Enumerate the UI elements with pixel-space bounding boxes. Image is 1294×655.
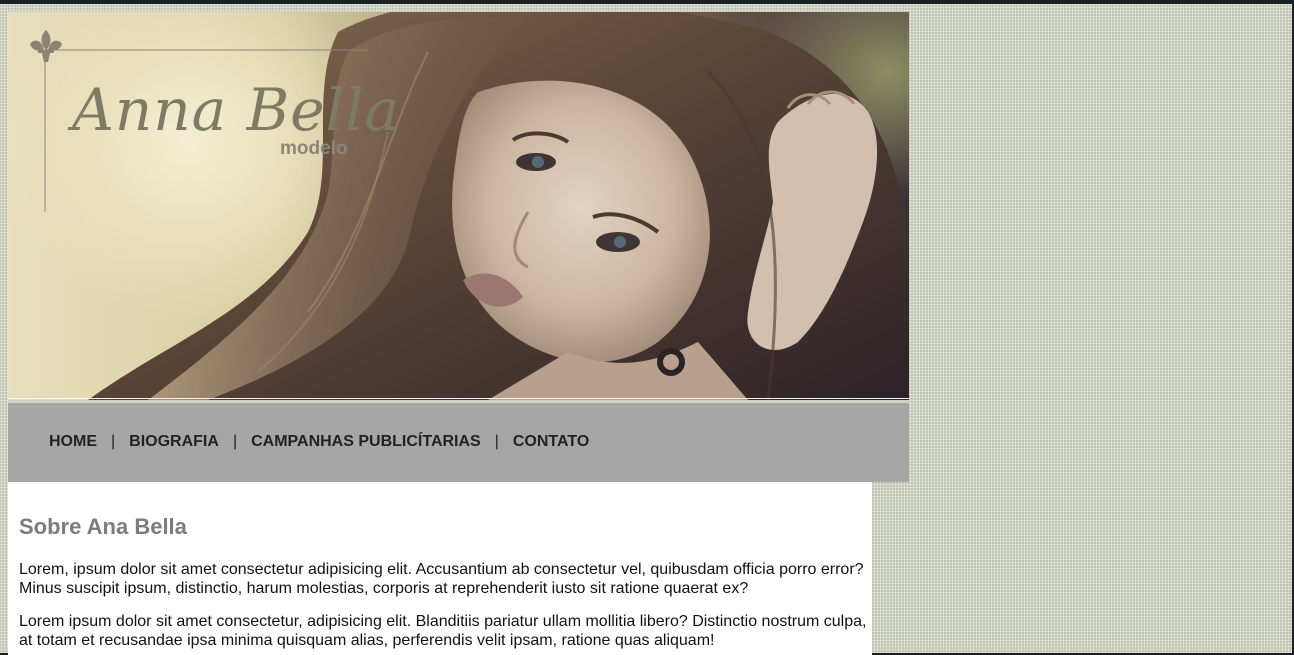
main-navigation: HOME | BIOGRAFIA | CAMPANHAS PUBLICÍTARI… <box>8 403 909 482</box>
page-wrapper: Anna Bella modelo HOME | BIOGRAFIA | CAM… <box>8 12 909 655</box>
nav-list: HOME | BIOGRAFIA | CAMPANHAS PUBLICÍTARI… <box>49 433 589 451</box>
nav-link-campanhas[interactable]: CAMPANHAS PUBLICÍTARIAS <box>251 433 481 451</box>
nav-separator: | <box>494 433 499 450</box>
nav-separator: | <box>232 433 238 450</box>
content-paragraph: Lorem ipsum dolor sit amet consectetur, … <box>19 613 867 649</box>
site-logo-title[interactable]: Anna Bella <box>72 76 400 144</box>
model-portrait-image <box>44 12 909 400</box>
site-logo-subtitle: modelo <box>280 138 348 159</box>
nav-link-home[interactable]: HOME <box>49 433 97 451</box>
page-title: Sobre Ana Bella <box>19 514 187 539</box>
fleur-de-lis-icon <box>30 30 62 62</box>
content-paragraph: Lorem, ipsum dolor sit amet consectetur … <box>19 561 864 597</box>
main-content: Sobre Ana Bella Lorem, ipsum dolor sit a… <box>8 482 872 655</box>
nav-link-contato[interactable]: CONTATO <box>513 433 589 451</box>
nav-separator: | <box>111 433 116 450</box>
header-banner: Anna Bella modelo <box>8 12 909 400</box>
browser-top-edge <box>0 0 1294 4</box>
nav-link-biografia[interactable]: BIOGRAFIA <box>129 433 219 451</box>
banner-divider <box>8 398 909 399</box>
